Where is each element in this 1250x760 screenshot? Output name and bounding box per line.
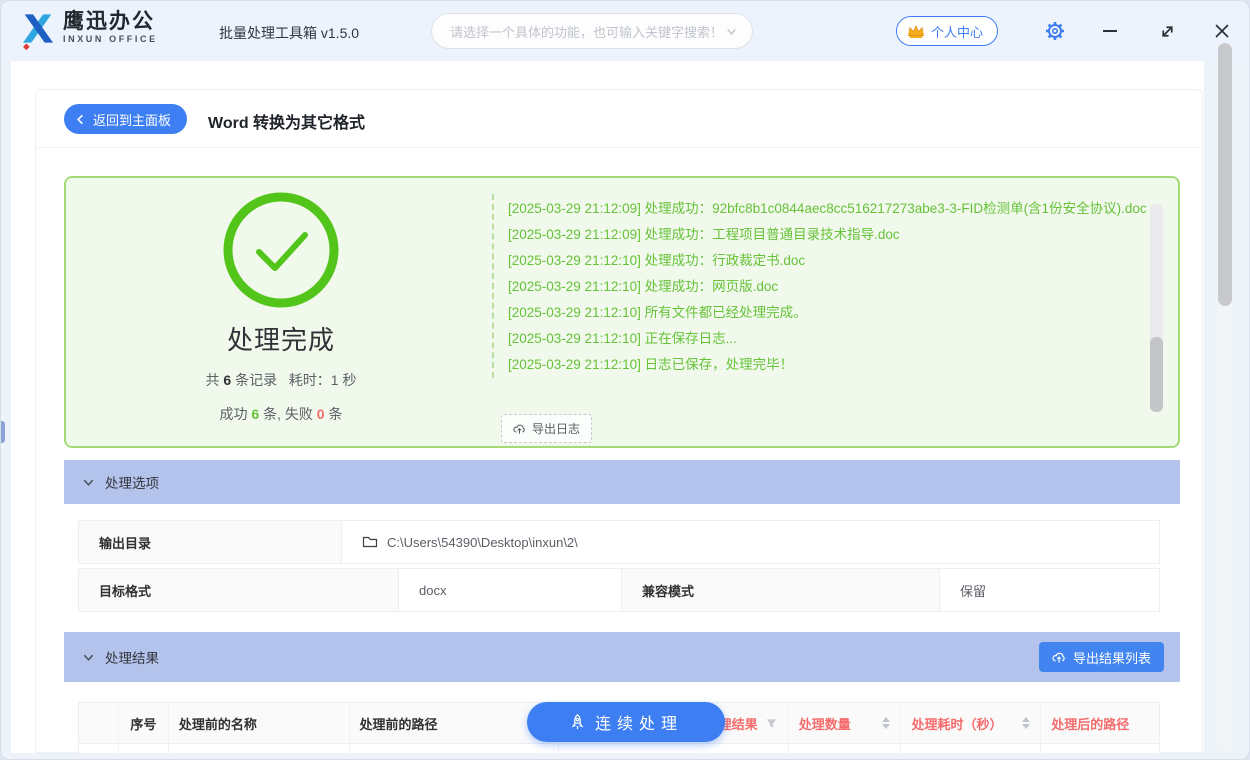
output-dir-field[interactable]: C:\Users\54390\Desktop\inxun\2\	[342, 520, 1160, 564]
success-check-icon	[221, 190, 341, 310]
log-scrollbar-thumb[interactable]	[1150, 337, 1163, 412]
total-count: 6	[223, 372, 231, 388]
log-line: [2025-03-29 21:12:10] 所有文件都已经处理完成。	[508, 300, 1152, 326]
target-format-field[interactable]: docx	[399, 568, 622, 612]
folder-icon	[362, 535, 378, 549]
column-index: 序号	[119, 703, 169, 743]
close-icon	[1213, 22, 1231, 40]
titlebar: 鹰迅办公 INXUN OFFICE 批量处理工具箱 v1.5.0 请选择一个具体…	[1, 1, 1250, 61]
column-path-after: 处理后的路径	[1041, 703, 1159, 743]
app-logo-icon	[17, 11, 59, 51]
log-line: [2025-03-29 21:12:09] 处理成功：工程项目普通目录技术指导.…	[508, 222, 1152, 248]
log-scrollbar[interactable]	[1150, 204, 1163, 412]
chevron-down-icon	[82, 651, 95, 664]
maximize-icon	[1159, 23, 1176, 40]
results-section-title: 处理结果	[105, 647, 159, 667]
total-label: 共	[206, 372, 220, 388]
success-count: 6	[251, 406, 259, 422]
app-subtitle: 批量处理工具箱 v1.5.0	[219, 23, 359, 43]
status-title: 处理完成	[66, 320, 496, 357]
options-section-title: 处理选项	[105, 472, 159, 492]
column-count-label: 处理数量	[799, 714, 851, 733]
content-card: 返回到主面板 Word 转换为其它格式 处理完成 共 6 条记录 耗时：1 秒	[35, 89, 1203, 753]
export-log-label: 导出日志	[532, 420, 580, 437]
cloud-upload-icon	[513, 422, 526, 435]
stat-line-total: 共 6 条记录 耗时：1 秒	[66, 370, 496, 390]
column-name-before: 处理前的名称	[169, 703, 350, 743]
app-name: 鹰迅办公	[63, 10, 158, 34]
compat-mode-field[interactable]: 保留	[940, 568, 1160, 612]
page-title: Word 转换为其它格式	[208, 109, 365, 133]
page-header-row: 返回到主面板 Word 转换为其它格式	[36, 90, 1202, 148]
side-dock-handle[interactable]	[1, 421, 5, 443]
compat-mode-label: 兼容模式	[622, 568, 940, 612]
app-window: 鹰迅办公 INXUN OFFICE 批量处理工具箱 v1.5.0 请选择一个具体…	[0, 0, 1250, 760]
back-button-label: 返回到主面板	[93, 110, 171, 129]
search-placeholder: 请选择一个具体的功能，也可输入关键字搜索！	[450, 22, 725, 41]
minimize-button[interactable]	[1099, 20, 1121, 42]
success-suffix: 条,	[263, 406, 281, 422]
format-options-row: 目标格式 docx 兼容模式 保留	[78, 568, 1160, 612]
fail-count: 0	[317, 406, 325, 422]
process-log: [2025-03-29 21:12:09] 处理成功：92bfc8b1c0844…	[492, 194, 1152, 378]
export-result-list-button[interactable]: 导出结果列表	[1039, 642, 1164, 672]
page-scrollbar-thumb[interactable]	[1218, 43, 1232, 306]
continue-processing-button[interactable]: 连续处理	[527, 702, 725, 742]
log-line: [2025-03-29 21:12:10] 处理成功：网页版.doc	[508, 274, 1152, 300]
chevron-down-icon	[82, 476, 95, 489]
fail-suffix: 条	[328, 406, 342, 422]
export-result-list-label: 导出结果列表	[1073, 648, 1151, 667]
continue-processing-label: 连续处理	[595, 710, 683, 734]
cloud-upload-icon	[1052, 650, 1066, 664]
sort-icon[interactable]	[1022, 717, 1030, 729]
page-scrollbar[interactable]	[1218, 43, 1232, 751]
log-line: [2025-03-29 21:12:10] 处理成功：行政裁定书.doc	[508, 248, 1152, 274]
compat-mode-value: 保留	[960, 581, 986, 600]
target-format-value: docx	[419, 583, 446, 598]
function-search-select[interactable]: 请选择一个具体的功能，也可输入关键字搜索！	[431, 13, 753, 49]
app-name-en: INXUN OFFICE	[63, 34, 158, 45]
stat-line-outcome: 成功 6 条, 失败 0 条	[66, 404, 496, 424]
log-line: [2025-03-29 21:12:10] 日志已保存，处理完毕！	[508, 352, 1152, 378]
section-options-header[interactable]: 处理选项	[64, 460, 1180, 504]
close-button[interactable]	[1209, 18, 1235, 44]
crown-icon	[907, 24, 925, 39]
chevron-down-icon	[725, 25, 738, 38]
output-dir-value: C:\Users\54390\Desktop\inxun\2\	[387, 535, 578, 550]
output-dir-label: 输出目录	[78, 520, 342, 564]
settings-button[interactable]	[1043, 19, 1067, 43]
column-elapsed[interactable]: 处理耗时（秒）	[901, 703, 1041, 743]
chevron-left-icon	[74, 113, 87, 126]
output-dir-row: 输出目录 C:\Users\54390\Desktop\inxun\2\	[78, 520, 1160, 564]
sort-icon[interactable]	[882, 717, 890, 729]
column-count[interactable]: 处理数量	[789, 703, 902, 743]
rocket-icon	[569, 714, 586, 731]
column-elapsed-label: 处理耗时（秒）	[911, 714, 1002, 733]
minimize-icon	[1103, 30, 1117, 32]
log-line: [2025-03-29 21:12:09] 处理成功：92bfc8b1c0844…	[508, 196, 1152, 222]
result-summary-panel: 处理完成 共 6 条记录 耗时：1 秒 成功 6 条, 失败 0 条 [202	[64, 176, 1180, 448]
success-label: 成功	[220, 406, 248, 422]
brand-block: 鹰迅办公 INXUN OFFICE	[63, 10, 158, 45]
section-results-header[interactable]: 处理结果 导出结果列表	[64, 632, 1180, 682]
export-log-button[interactable]: 导出日志	[501, 414, 592, 443]
back-to-dashboard-button[interactable]: 返回到主面板	[64, 104, 187, 134]
maximize-button[interactable]	[1156, 20, 1178, 42]
log-line: [2025-03-29 21:12:10] 正在保存日志...	[508, 326, 1152, 352]
window-bottom-edge	[1, 753, 1250, 760]
user-center-button[interactable]: 个人中心	[896, 16, 998, 46]
user-center-label: 个人中心	[931, 22, 983, 41]
total-suffix: 条记录	[235, 372, 277, 388]
gear-icon	[1045, 21, 1065, 41]
elapsed-time: 耗时：1 秒	[289, 372, 357, 388]
filter-icon[interactable]	[765, 717, 778, 730]
column-select	[79, 703, 119, 743]
fail-label: 失败	[285, 406, 313, 422]
target-format-label: 目标格式	[78, 568, 399, 612]
result-summary-left: 处理完成 共 6 条记录 耗时：1 秒 成功 6 条, 失败 0 条	[66, 178, 496, 446]
